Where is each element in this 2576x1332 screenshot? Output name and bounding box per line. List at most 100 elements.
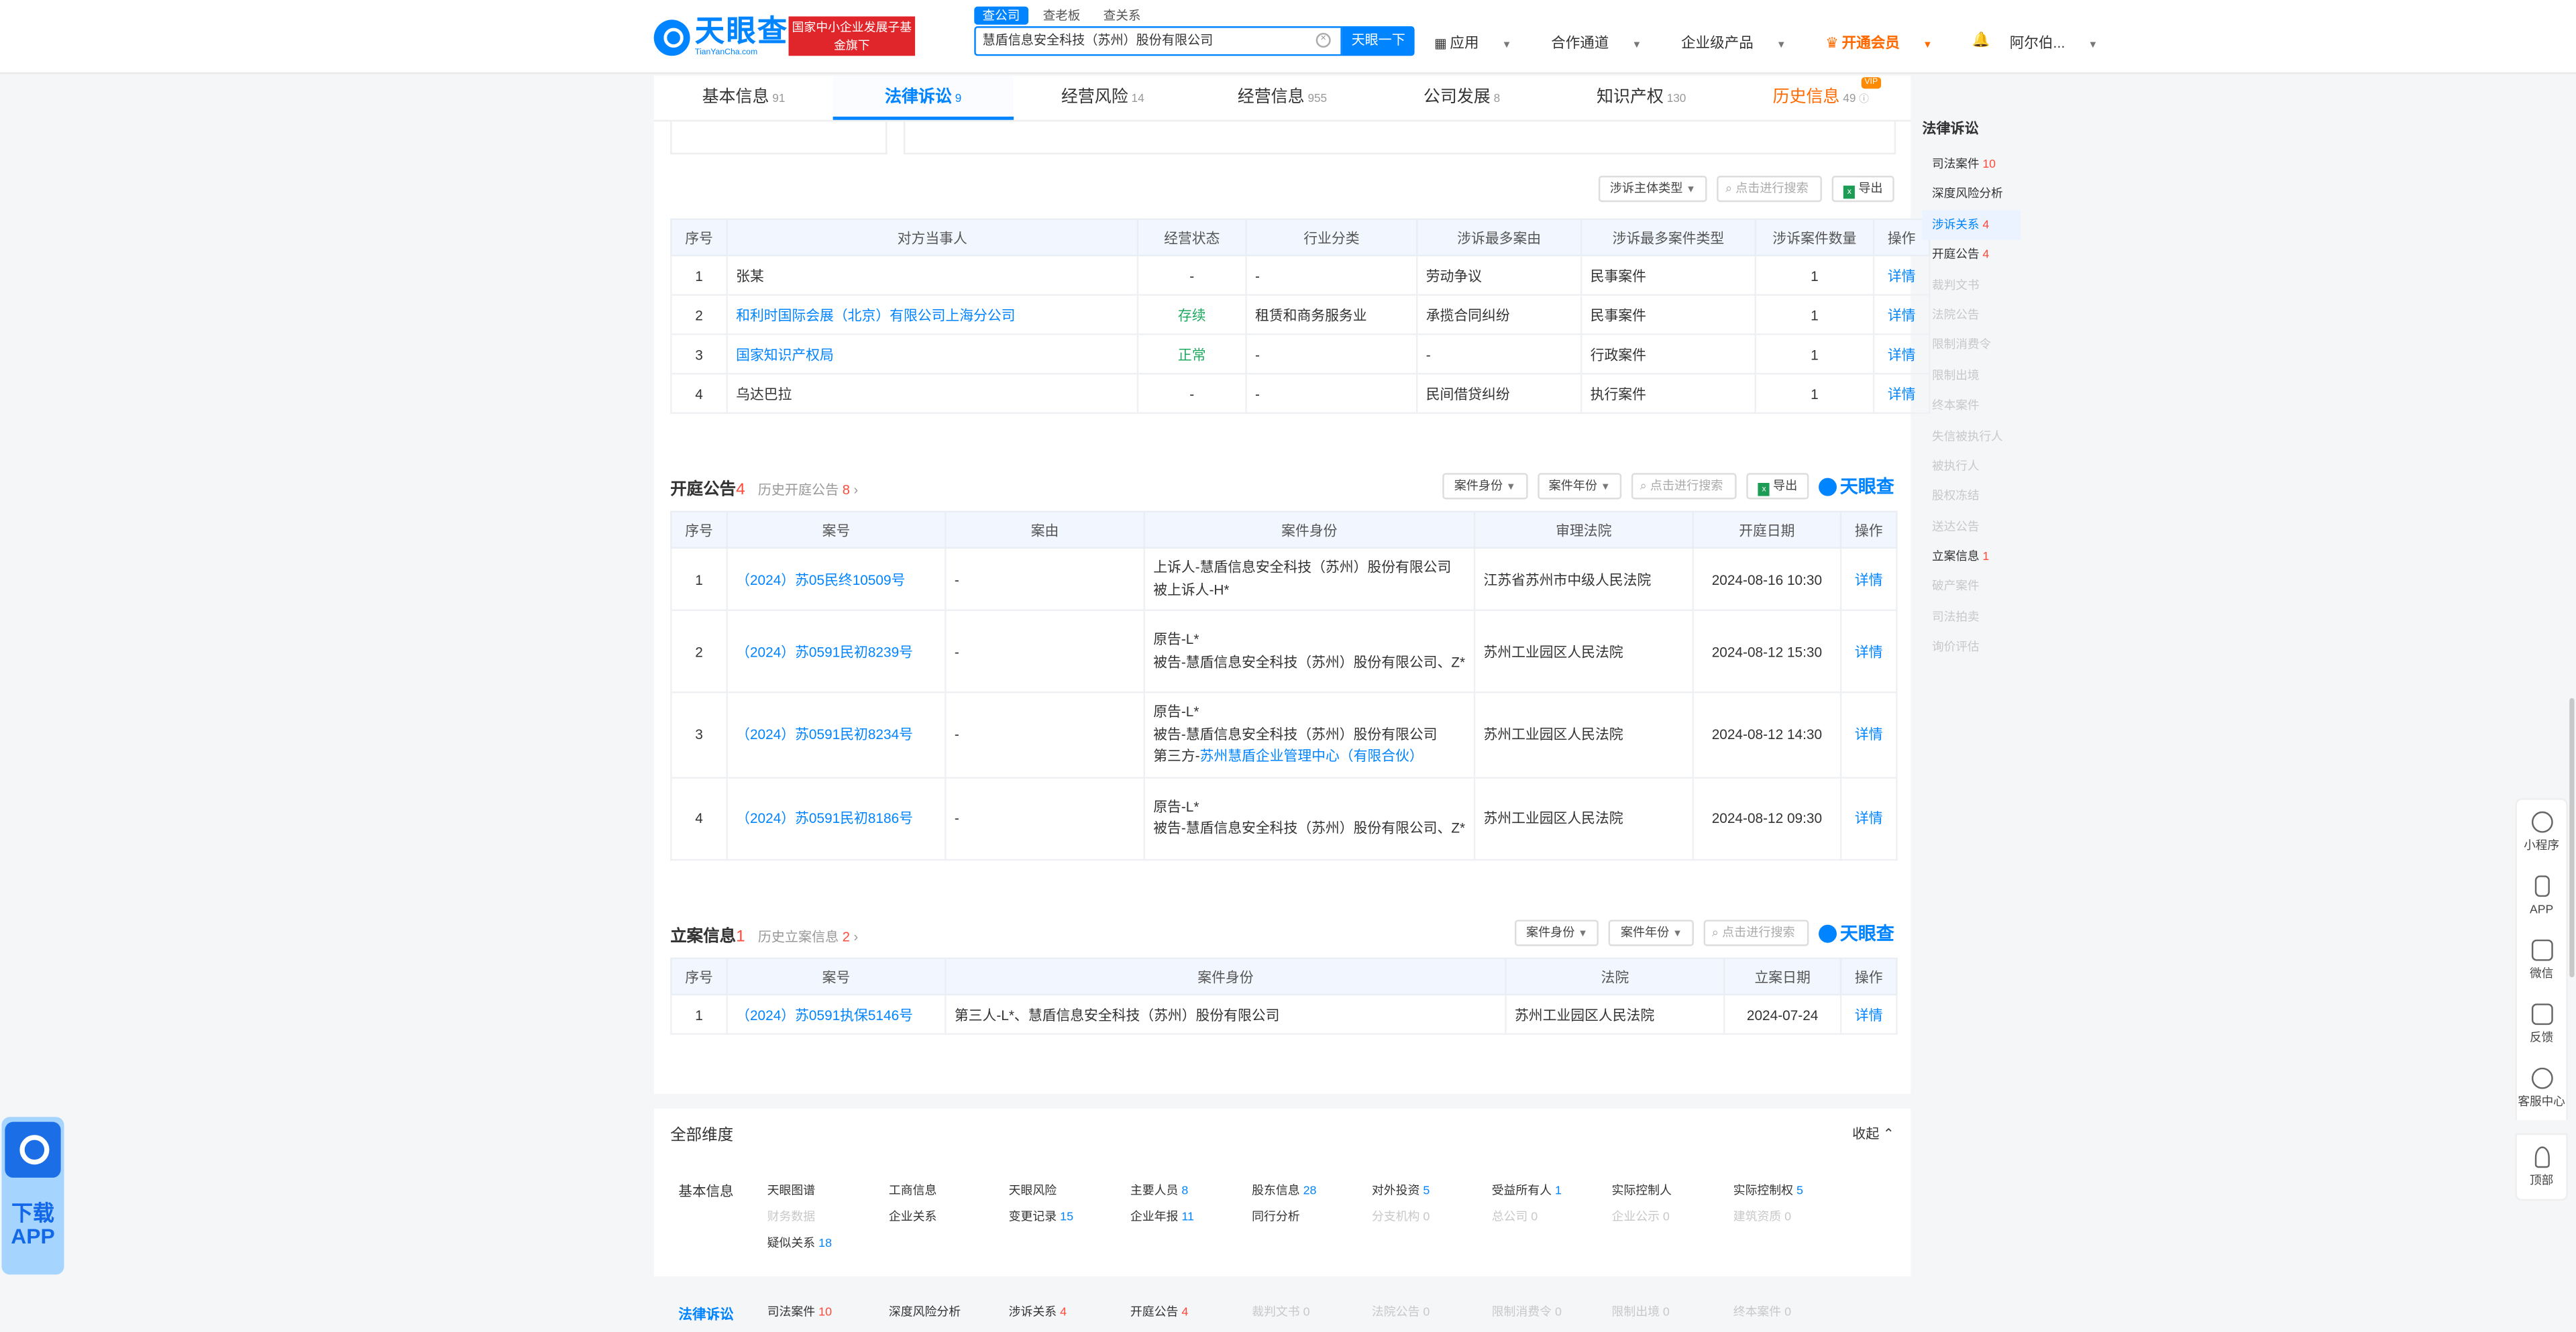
case-number-link[interactable]: （2024）苏0591民初8239号 xyxy=(726,609,947,693)
case-role-dropdown[interactable]: 案件身份 ▼ xyxy=(1442,473,1527,500)
case-year-dropdown[interactable]: 案件年份 ▼ xyxy=(1537,473,1622,500)
tab-label: 公司发展 xyxy=(1423,89,1491,107)
mini-program-button[interactable]: 小程序 xyxy=(2517,800,2566,865)
detail-link[interactable]: 详情 xyxy=(1872,254,1931,296)
case-number-link[interactable]: （2024）苏05民终10509号 xyxy=(726,547,947,612)
dimension-item[interactable]: 开庭公告 4 xyxy=(1130,1305,1188,1321)
detail-link[interactable]: 详情 xyxy=(1839,547,1898,612)
case-number-link[interactable]: （2024）苏0591执保5146号 xyxy=(726,993,947,1035)
export-button[interactable]: x 导出 xyxy=(1746,473,1809,500)
top-nav: ▦ 应用 ▼ 合作通道 ▼ 企业级产品 ▼ ♛ 开通会员 ▼ 🔔 阿尔伯... ▼ xyxy=(1434,32,2137,53)
dimension-item: 法院公告 0 xyxy=(1372,1305,1430,1321)
dimension-item[interactable]: 对外投资 5 xyxy=(1372,1182,1430,1199)
column-header: 操作 xyxy=(1839,957,1898,996)
dimension-item[interactable]: 天眼风险 xyxy=(1009,1182,1057,1199)
dimension-item[interactable]: 受益所有人 1 xyxy=(1492,1182,1562,1199)
case-number-link[interactable]: （2024）苏0591民初8186号 xyxy=(726,776,947,861)
tab-search-company[interactable]: 查公司 xyxy=(974,6,1028,25)
nav-enterprise[interactable]: 企业级产品 ▼ xyxy=(1681,32,1806,53)
party-type-dropdown[interactable]: 涉诉主体类型 ▼ xyxy=(1598,176,1708,203)
wechat-button[interactable]: 微信 xyxy=(2517,928,2566,993)
case-number-link[interactable]: （2024）苏0591民初8234号 xyxy=(726,691,947,778)
row-index: 3 xyxy=(670,333,728,375)
brand-text: 天眼查 xyxy=(1839,924,1894,945)
sidebar-item-label: 终本案件 xyxy=(1932,397,1980,413)
tab-business-risk[interactable]: 经营风险 14 xyxy=(1013,76,1193,120)
tab-basic-info[interactable]: 基本信息 91 xyxy=(654,76,834,120)
tab-ip[interactable]: 知识产权 130 xyxy=(1552,76,1731,120)
tab-search-relation[interactable]: 查关系 xyxy=(1095,7,1148,25)
court-history-link[interactable]: 历史开庭公告 8 › xyxy=(758,483,858,498)
nav-vip[interactable]: ♛ 开通会员 ▼ xyxy=(1825,32,1952,53)
download-line: APP xyxy=(11,1223,55,1249)
dimension-item[interactable]: 主要人员 8 xyxy=(1130,1182,1188,1199)
dimension-item[interactable]: 疑似关系 18 xyxy=(767,1235,832,1252)
dimension-item[interactable]: 同行分析 xyxy=(1252,1209,1299,1225)
page-scrollbar[interactable] xyxy=(2569,698,2575,978)
section-title: 开庭公告 xyxy=(670,481,737,500)
hearing-date: 2024-08-12 14:30 xyxy=(1692,691,1842,778)
counterparty-link[interactable]: 和利时国际会展（北京）有限公司上海分公司 xyxy=(726,294,1139,335)
tab-legal[interactable]: 法律诉讼 9 xyxy=(833,75,1013,120)
all-dimensions-panel: 全部维度 收起 ⌃ 基本信息 天眼图谱 工商信息 天眼风险 主要人员 8 股东信息 28… xyxy=(653,1109,1911,1332)
detail-link[interactable]: 详情 xyxy=(1839,993,1898,1035)
tab-history[interactable]: 历史信息 49 ⓘ VIP xyxy=(1731,76,1911,120)
dimension-item[interactable]: 变更记录 15 xyxy=(1009,1209,1073,1225)
dimension-item[interactable]: 天眼图谱 xyxy=(767,1182,815,1199)
dimension-item-label: 实际控制权 xyxy=(1733,1182,1794,1198)
nav-cooperation[interactable]: 合作通道 ▼ xyxy=(1551,32,1661,53)
export-button[interactable]: x 导出 xyxy=(1832,176,1894,203)
detail-link[interactable]: 详情 xyxy=(1839,691,1898,778)
court-search-input[interactable]: ⌕ 点击进行搜索 xyxy=(1631,473,1737,500)
help-icon[interactable]: ⓘ xyxy=(1859,95,1869,105)
case-year-dropdown[interactable]: 案件年份 ▼ xyxy=(1609,920,1694,946)
filing-history-link[interactable]: 历史立案信息 2 › xyxy=(758,930,858,944)
dimension-item[interactable]: 实际控制权 5 xyxy=(1733,1182,1803,1199)
dimension-item[interactable]: 司法案件 10 xyxy=(767,1305,832,1321)
third-party-link[interactable]: 苏州慧盾企业管理中心（有限合伙） xyxy=(1200,747,1424,763)
collapse-button[interactable]: 收起 ⌃ xyxy=(1852,1123,1894,1143)
dimension-item[interactable]: 股东信息 28 xyxy=(1252,1182,1316,1199)
search-button[interactable]: 天眼一下 xyxy=(1342,26,1415,56)
case-parties: 上诉人-慧盾信息安全科技（苏州）股份有限公司 被上诉人-H* xyxy=(1143,547,1476,612)
dimension-item[interactable]: 实际控制人 xyxy=(1611,1182,1671,1199)
dimension-item[interactable]: 深度风险分析 xyxy=(889,1305,961,1321)
sidebar-item-court-announcement[interactable]: 开庭公告 4 xyxy=(1922,240,2021,270)
counterparty-link[interactable]: 国家知识产权局 xyxy=(726,333,1139,375)
detail-link[interactable]: 详情 xyxy=(1839,776,1898,861)
detail-link[interactable]: 详情 xyxy=(1839,609,1898,693)
case-role-dropdown[interactable]: 案件身份 ▼ xyxy=(1514,920,1600,946)
sidebar-item-judicial-cases[interactable]: 司法案件 10 xyxy=(1922,150,2021,180)
table-row: 2 和利时国际会展（北京）有限公司上海分公司 存续 租赁和商务服务业 承揽合同纠… xyxy=(670,294,1931,335)
nav-apps[interactable]: ▦ 应用 ▼ xyxy=(1434,32,1532,53)
relation-search-input[interactable]: ⌕ 点击进行搜索 xyxy=(1717,176,1823,203)
dimension-item[interactable]: 企业关系 xyxy=(889,1209,936,1225)
tab-search-boss[interactable]: 查老板 xyxy=(1034,7,1088,25)
detail-link[interactable]: 详情 xyxy=(1872,333,1931,375)
dimension-item[interactable]: 工商信息 xyxy=(889,1182,936,1199)
customer-service-button[interactable]: 客服中心 xyxy=(2517,1056,2566,1121)
main-panel: 基本信息 91 法律诉讼 9 经营风险 14 经营信息 955 公司发展 8 知识产权 13… xyxy=(653,75,1931,1095)
dimension-item: 裁判文书 0 xyxy=(1252,1305,1309,1321)
filing-search-input[interactable]: ⌕ 点击进行搜索 xyxy=(1703,920,1809,946)
sidebar-item-litigation-relation[interactable]: 涉诉关系 4 xyxy=(1922,209,2021,240)
sidebar-item-filing-info[interactable]: 立案信息 1 xyxy=(1922,542,2021,572)
dimension-item[interactable]: 涉诉关系 4 xyxy=(1009,1305,1067,1321)
clear-search-icon[interactable]: × xyxy=(1316,32,1331,48)
site-logo[interactable]: 天眼查 TianYanCha.com xyxy=(653,16,789,57)
filing-toolbar: 案件身份 ▼ 案件年份 ▼ ⌕ 点击进行搜索 天眼查 xyxy=(1505,920,1894,946)
back-to-top-button[interactable]: 顶部 xyxy=(2517,1135,2566,1199)
dimension-item[interactable]: 企业年报 11 xyxy=(1130,1209,1194,1225)
nav-user[interactable]: 阿尔伯... ▼ xyxy=(2010,32,2118,53)
case-reason: - xyxy=(945,691,1145,778)
detail-link[interactable]: 详情 xyxy=(1872,294,1931,335)
notification-bell-icon[interactable]: 🔔 xyxy=(1972,32,1990,53)
download-app-widget[interactable]: 下载 APP xyxy=(1,1117,64,1275)
tab-business-info[interactable]: 经营信息 955 xyxy=(1193,76,1373,120)
search-input[interactable]: 慧盾信息安全科技（苏州）股份有限公司 × xyxy=(974,26,1342,56)
feedback-button[interactable]: 反馈 xyxy=(2517,992,2566,1056)
tab-development[interactable]: 公司发展 8 xyxy=(1372,76,1552,120)
sidebar-item-risk-analysis[interactable]: 深度风险分析 xyxy=(1922,180,2021,210)
app-button[interactable]: APP xyxy=(2517,864,2566,928)
detail-link[interactable]: 详情 xyxy=(1872,372,1931,414)
